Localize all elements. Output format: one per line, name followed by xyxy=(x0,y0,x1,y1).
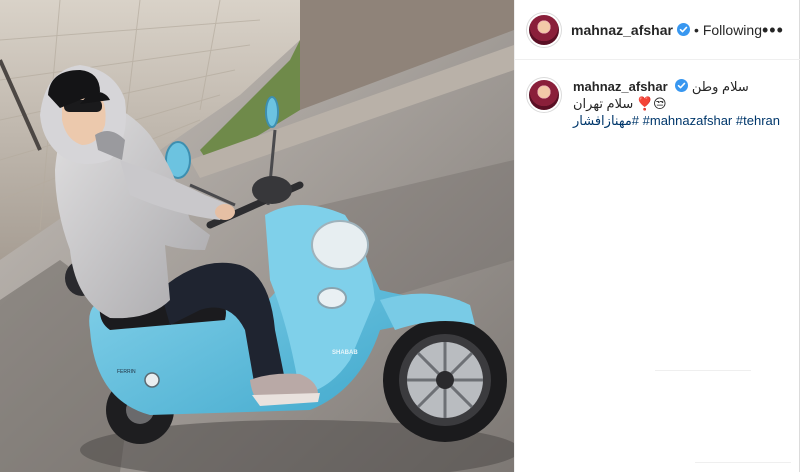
scooter-brand-label: SHABAB xyxy=(332,350,358,356)
scooter-photo: SHABAB FERRIN xyxy=(0,0,514,472)
caption-hashtags: #مهنازافشار #mahnazafshar #tehran xyxy=(573,112,780,129)
divider xyxy=(655,370,751,371)
post-header: mahnaz_afshar • Following ••• xyxy=(515,0,800,60)
hashtag-link[interactable]: #مهنازافشار xyxy=(573,113,639,128)
hashtag-link[interactable]: #tehran xyxy=(736,113,780,128)
post-sidebar: mahnaz_afshar • Following ••• mahnaz_afs… xyxy=(514,0,800,472)
scooter-model-label: FERRIN xyxy=(117,369,136,375)
caption-line-1: سلام وطن xyxy=(691,79,749,94)
caption-avatar[interactable] xyxy=(529,80,559,110)
caption-username[interactable]: mahnaz_afshar xyxy=(573,79,668,94)
caption-body: mahnaz_afshar سلام وطن 😒❣️ سلام تهران #م… xyxy=(573,78,780,129)
profile-avatar[interactable] xyxy=(529,14,559,45)
caption-line-2: 😒❣️ سلام تهران xyxy=(573,96,667,111)
verified-badge-icon xyxy=(676,23,690,36)
verified-badge-icon xyxy=(675,79,689,92)
instagram-post: SHABAB FERRIN mahnaz_afshar • Following … xyxy=(0,0,800,472)
post-photo[interactable]: SHABAB FERRIN xyxy=(0,0,514,472)
post-caption: mahnaz_afshar سلام وطن 😒❣️ سلام تهران #م… xyxy=(515,60,800,129)
header-separator: • xyxy=(693,21,699,38)
hashtag-link[interactable]: #mahnazafshar xyxy=(643,113,733,128)
divider xyxy=(695,462,791,463)
header-username[interactable]: mahnaz_afshar xyxy=(571,22,673,38)
ellipsis-icon[interactable]: ••• xyxy=(762,21,784,39)
following-button[interactable]: Following xyxy=(703,22,762,38)
